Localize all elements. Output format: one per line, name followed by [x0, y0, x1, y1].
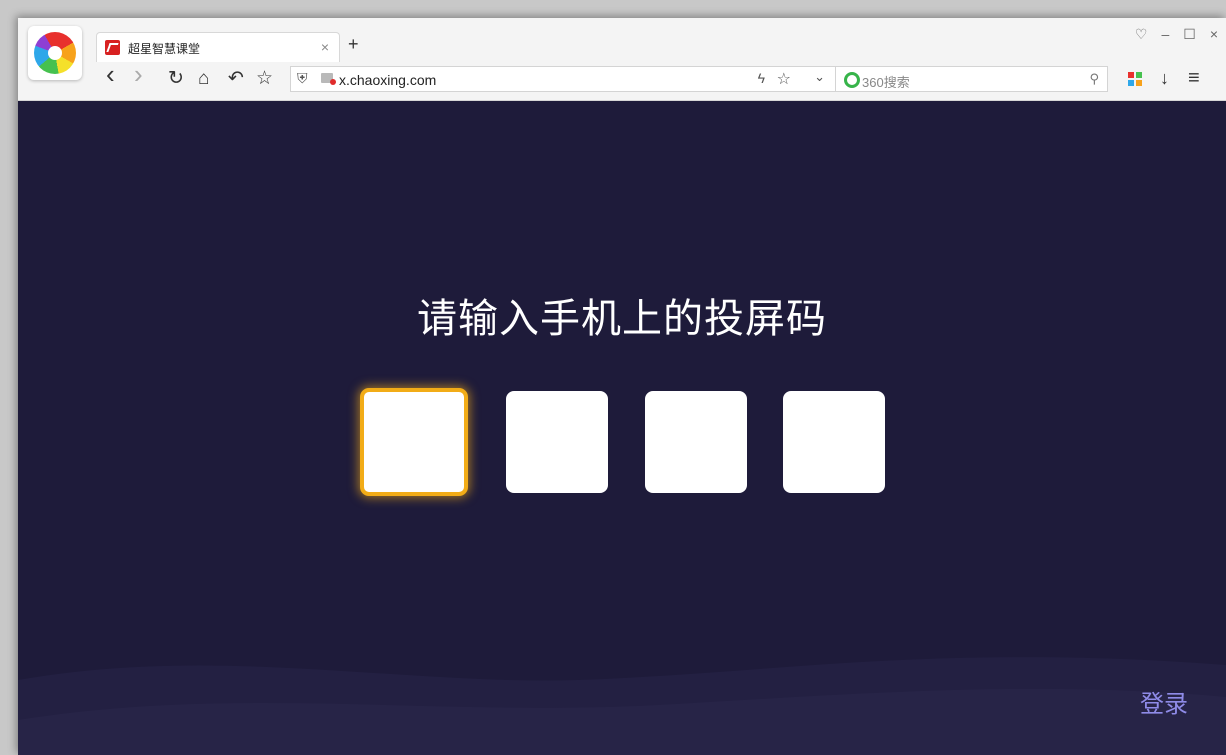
menu-icon[interactable]: ≡: [1188, 67, 1200, 90]
bookmark-star-icon[interactable]: ☆: [777, 69, 791, 89]
apps-grid-square: [1136, 80, 1142, 86]
tab-chaoxing[interactable]: 超星智慧课堂 ×: [96, 32, 340, 62]
code-digit-3[interactable]: [645, 391, 747, 493]
background-waves: [18, 657, 1226, 755]
shield-icon[interactable]: ⛨: [297, 70, 308, 87]
code-digit-1[interactable]: [360, 388, 468, 496]
window-controls: ♡ – ☐ ×: [1135, 26, 1218, 43]
apps-grid-square: [1136, 72, 1142, 78]
undo-close-icon[interactable]: ↶: [228, 68, 244, 90]
apps-grid-icon[interactable]: [1128, 72, 1142, 86]
search-placeholder[interactable]: 360搜索: [862, 72, 910, 91]
page-content: 请输入手机上的投屏码 登录: [18, 101, 1226, 755]
tab-close-icon[interactable]: ×: [321, 39, 329, 55]
new-tab-button[interactable]: +: [348, 34, 359, 55]
back-icon[interactable]: ‹: [106, 61, 115, 87]
reload-icon[interactable]: ↻: [168, 68, 184, 90]
chaoxing-favicon-icon: [105, 40, 120, 55]
apps-grid-square: [1128, 72, 1134, 78]
maximize-icon[interactable]: ☐: [1183, 26, 1196, 43]
login-link[interactable]: 登录: [1140, 684, 1188, 719]
url-text[interactable]: x.chaoxing.com: [339, 72, 436, 88]
address-bar[interactable]: ⛨ x.chaoxing.com ϟ ☆ ⌄: [290, 66, 836, 92]
navigation-bar: ‹ › ↻ ⌂ ↶ ☆ ⛨ x.chaoxing.com ϟ ☆ ⌄ 360搜索…: [98, 61, 1218, 94]
browser-window: 超星智慧课堂 × + ♡ – ☐ × ‹ › ↻ ⌂ ↶ ☆ ⛨ x.chaox…: [18, 18, 1226, 755]
browser-chrome: 超星智慧课堂 × + ♡ – ☐ × ‹ › ↻ ⌂ ↶ ☆ ⛨ x.chaox…: [18, 18, 1226, 101]
tab-title: 超星智慧课堂: [128, 42, 201, 56]
speed-mode-icon[interactable]: ϟ: [758, 70, 765, 86]
page-title: 请输入手机上的投屏码: [417, 297, 827, 341]
search-icon[interactable]: ⚲: [1089, 71, 1099, 87]
browser-logo-button[interactable]: [28, 26, 82, 80]
code-digit-4[interactable]: [783, 391, 885, 493]
minimize-icon[interactable]: –: [1161, 26, 1169, 43]
360-search-logo-icon: [844, 72, 860, 88]
code-digit-2[interactable]: [506, 391, 608, 493]
forward-icon[interactable]: ›: [134, 61, 143, 87]
search-box[interactable]: 360搜索 ⚲: [836, 66, 1108, 92]
chevron-down-icon[interactable]: ⌄: [814, 69, 825, 85]
close-window-icon[interactable]: ×: [1210, 26, 1218, 43]
download-icon[interactable]: ↓: [1160, 68, 1169, 89]
360-browser-logo-icon: [34, 32, 76, 74]
home-icon[interactable]: ⌂: [198, 68, 209, 90]
apps-grid-square: [1128, 80, 1134, 86]
favorites-icon[interactable]: ☆: [256, 68, 273, 90]
skin-icon[interactable]: ♡: [1135, 26, 1148, 43]
insecure-lock-icon[interactable]: [321, 73, 336, 85]
